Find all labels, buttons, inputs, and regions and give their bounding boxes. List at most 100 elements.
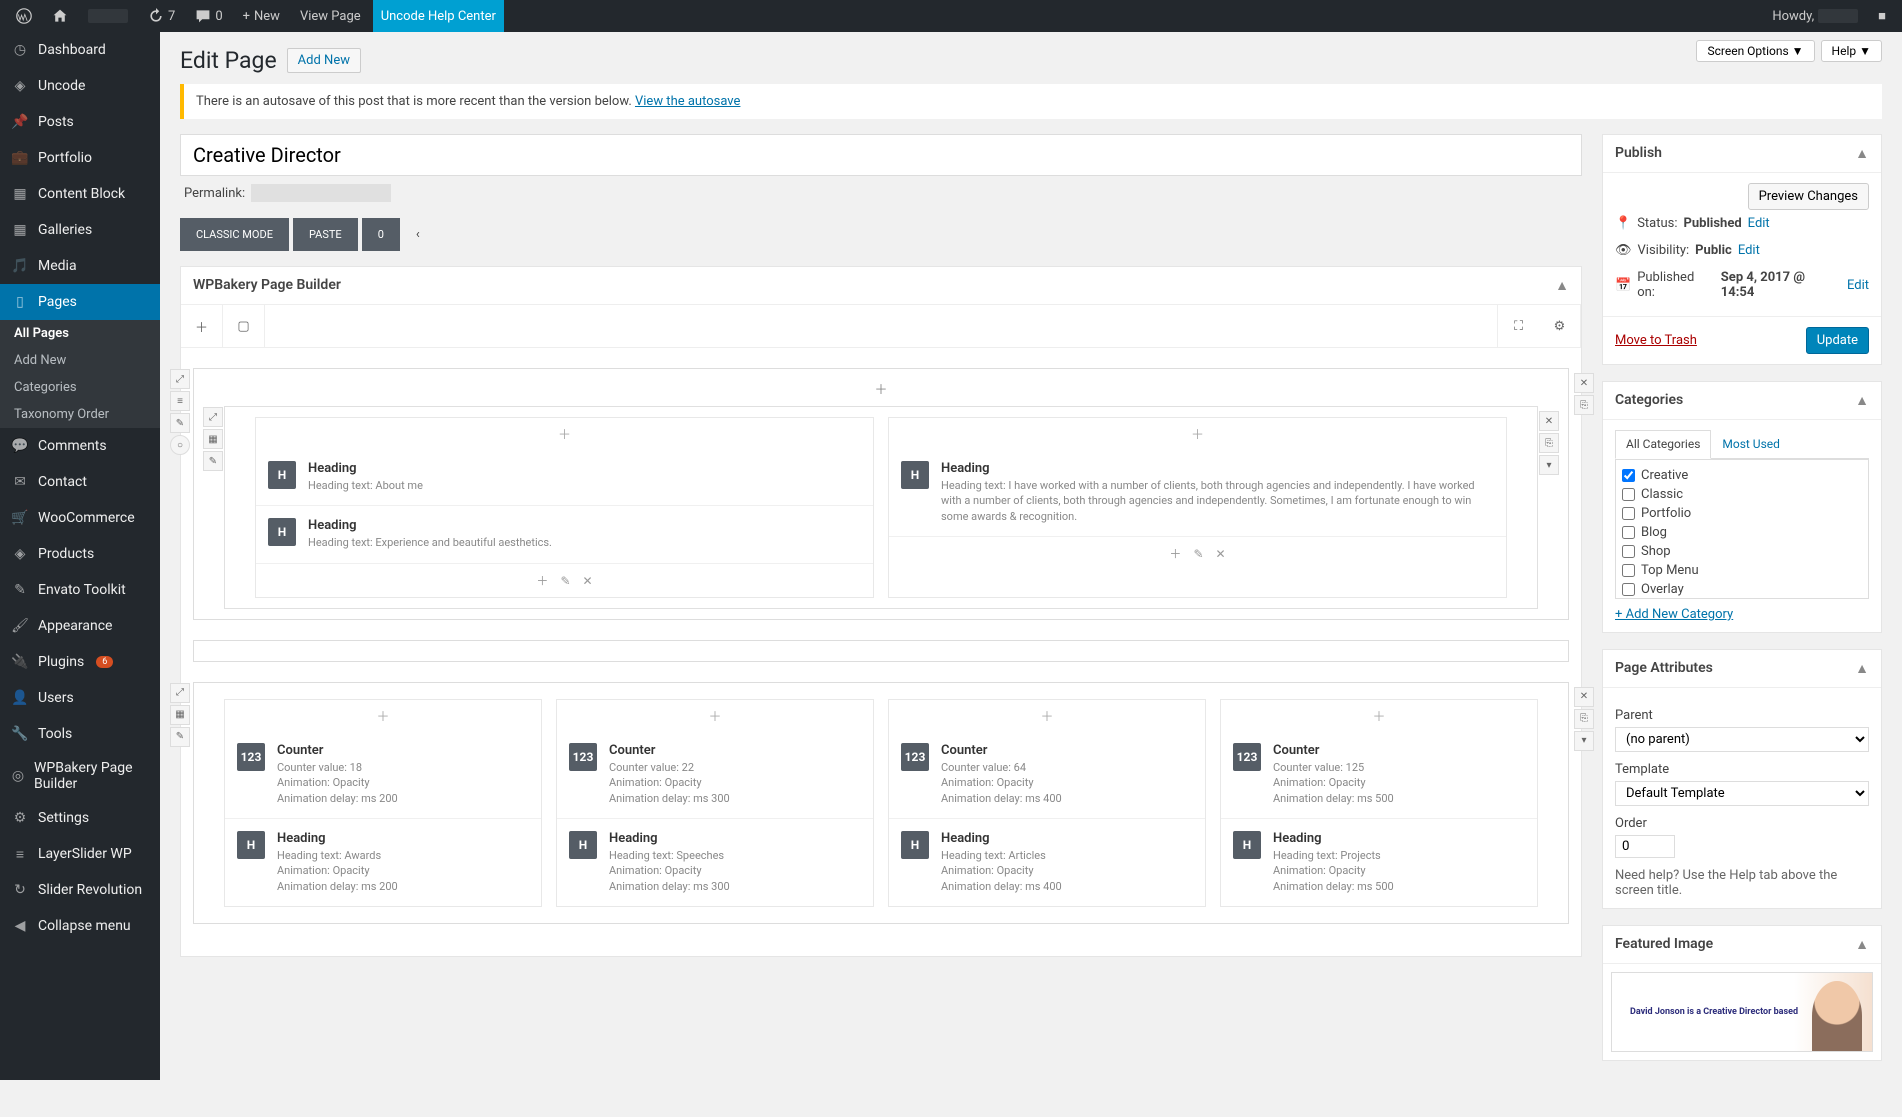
heading-element[interactable]: H Heading Heading text: I have worked wi…	[889, 449, 1506, 537]
menu-contact[interactable]: ✉Contact	[0, 464, 160, 500]
menu-pages[interactable]: ▯Pages	[0, 284, 160, 320]
row-expand-icon[interactable]: ⤢	[170, 683, 190, 703]
inner-clone-icon[interactable]: ⎘	[1539, 433, 1559, 453]
vc-column[interactable]: ＋ 123 Counter Counter value: 125Animatio…	[1220, 699, 1538, 907]
avatar[interactable]: ■	[1870, 0, 1894, 32]
undo-count-button[interactable]: 0	[362, 218, 400, 251]
heading-element[interactable]: H Heading Heading text: About me	[256, 449, 873, 506]
inner-edit-icon[interactable]: ✎	[203, 451, 223, 471]
inner-expand-icon[interactable]: ⤢	[203, 407, 223, 427]
menu-uncode[interactable]: ◈Uncode	[0, 68, 160, 104]
comments-count[interactable]: 0	[187, 0, 230, 32]
submenu-taxonomy[interactable]: Taxonomy Order	[0, 401, 160, 428]
menu-products[interactable]: ◈Products	[0, 536, 160, 572]
menu-portfolio[interactable]: 💼Portfolio	[0, 140, 160, 176]
heading-element[interactable]: H Heading Heading text: AwardsAnimation:…	[225, 819, 541, 906]
menu-layerslider[interactable]: ≡LayerSlider WP	[0, 836, 160, 872]
heading-element[interactable]: H Heading Heading text: Experience and b…	[256, 506, 873, 563]
row-add-icon[interactable]: ＋	[194, 375, 1568, 402]
counter-element[interactable]: 123 Counter Counter value: 18Animation: …	[225, 731, 541, 819]
updates-count[interactable]: 7	[140, 0, 183, 32]
edit-status-link[interactable]: Edit	[1748, 216, 1770, 231]
vc-column[interactable]: ＋ 123 Counter Counter value: 18Animation…	[224, 699, 542, 907]
add-new-button[interactable]: Add New	[287, 48, 361, 73]
menu-tools[interactable]: 🔧Tools	[0, 716, 160, 752]
menu-woocommerce[interactable]: 🛒WooCommerce	[0, 500, 160, 536]
row-layout-icon[interactable]: ≡	[170, 391, 190, 411]
row-edit-icon[interactable]: ✎	[170, 413, 190, 433]
menu-comments[interactable]: 💬Comments	[0, 428, 160, 464]
category-list[interactable]: CreativeClassicPortfolioBlogShopTop Menu…	[1615, 459, 1869, 599]
col-add-icon[interactable]: ＋	[889, 418, 1506, 449]
row-clone-icon[interactable]: ⎘	[1574, 709, 1594, 729]
move-to-trash-link[interactable]: Move to Trash	[1615, 333, 1697, 348]
vc-column[interactable]: ＋ 123 Counter Counter value: 64Animation…	[888, 699, 1206, 907]
el-add-icon[interactable]: ＋	[1169, 547, 1181, 561]
edit-visibility-link[interactable]: Edit	[1738, 243, 1760, 258]
vc-column[interactable]: ＋ H Heading Heading text: About me	[255, 417, 874, 598]
category-item[interactable]: Overlay	[1622, 580, 1862, 599]
metabox-toggle[interactable]: ▲	[1855, 392, 1869, 409]
metabox-toggle[interactable]: ▲	[1855, 660, 1869, 677]
category-item[interactable]: Creative	[1622, 466, 1862, 485]
edit-date-link[interactable]: Edit	[1847, 278, 1869, 293]
submenu-all-pages[interactable]: All Pages	[0, 320, 160, 347]
add-category-link[interactable]: + Add New Category	[1615, 607, 1869, 622]
col-add-icon[interactable]: ＋	[256, 418, 873, 449]
category-item[interactable]: Portfolio	[1622, 504, 1862, 523]
wp-logo[interactable]	[8, 0, 40, 32]
row-clone-icon[interactable]: ⎘	[1574, 395, 1594, 415]
menu-content-block[interactable]: ▦Content Block	[0, 176, 160, 212]
templates-button[interactable]: ▢	[223, 305, 265, 347]
view-page[interactable]: View Page	[292, 0, 369, 32]
col-add-icon[interactable]: ＋	[225, 700, 541, 731]
menu-dashboard[interactable]: ◷Dashboard	[0, 32, 160, 68]
el-del-icon[interactable]: ✕	[583, 574, 593, 588]
menu-media[interactable]: 🎵Media	[0, 248, 160, 284]
inner-more-icon[interactable]: ▾	[1539, 455, 1559, 475]
howdy[interactable]: Howdy,	[1764, 0, 1866, 32]
inner-delete-icon[interactable]: ✕	[1539, 411, 1559, 431]
help-button[interactable]: Help ▼	[1821, 40, 1882, 62]
category-checkbox[interactable]	[1622, 488, 1635, 501]
menu-bakery[interactable]: ◎WPBakery Page Builder	[0, 752, 160, 800]
category-checkbox[interactable]	[1622, 469, 1635, 482]
category-item[interactable]: Classic	[1622, 485, 1862, 504]
heading-element[interactable]: H Heading Heading text: SpeechesAnimatio…	[557, 819, 873, 906]
heading-element[interactable]: H Heading Heading text: ArticlesAnimatio…	[889, 819, 1205, 906]
row-layout-icon[interactable]: ▦	[170, 705, 190, 725]
paste-button[interactable]: PASTE	[293, 218, 358, 251]
featured-image-thumb[interactable]: David Jonson is a Creative Director base…	[1611, 972, 1873, 1052]
row-delete-icon[interactable]: ✕	[1574, 373, 1594, 393]
menu-slider-rev[interactable]: ↻Slider Revolution	[0, 872, 160, 908]
submenu-add-new[interactable]: Add New	[0, 347, 160, 374]
category-item[interactable]: Top Menu	[1622, 561, 1862, 580]
vc-row[interactable]: ⤢ ≡ ✎ ○ ✕ ⎘ ＋ ⤢ ▦	[193, 368, 1569, 620]
chevron-left-icon[interactable]: ‹	[404, 219, 432, 250]
category-checkbox[interactable]	[1622, 526, 1635, 539]
category-checkbox[interactable]	[1622, 583, 1635, 596]
el-del-icon[interactable]: ✕	[1216, 547, 1226, 561]
panel-toggle[interactable]: ▲	[1555, 277, 1569, 294]
vc-row[interactable]: ⤢ ▦ ✎ ✕ ⎘ ▾ ＋	[193, 682, 1569, 924]
col-add-icon[interactable]: ＋	[889, 700, 1205, 731]
inner-layout-icon[interactable]: ▦	[203, 429, 223, 449]
menu-posts[interactable]: 📌Posts	[0, 104, 160, 140]
classic-mode-button[interactable]: CLASSIC MODE	[180, 218, 289, 251]
post-title-input[interactable]	[180, 134, 1582, 176]
order-input[interactable]	[1615, 835, 1675, 858]
preview-changes-button[interactable]: Preview Changes	[1748, 183, 1869, 210]
permalink-value[interactable]	[251, 184, 391, 202]
counter-element[interactable]: 123 Counter Counter value: 125Animation:…	[1221, 731, 1537, 819]
menu-collapse[interactable]: ◀Collapse menu	[0, 908, 160, 944]
tab-all-categories[interactable]: All Categories	[1615, 430, 1711, 459]
counter-element[interactable]: 123 Counter Counter value: 22Animation: …	[557, 731, 873, 819]
row-delete-icon[interactable]: ✕	[1574, 687, 1594, 707]
screen-options-button[interactable]: Screen Options ▼	[1696, 40, 1814, 62]
home-icon[interactable]	[44, 0, 76, 32]
row-more-icon[interactable]: ▾	[1574, 731, 1594, 751]
menu-galleries[interactable]: ▦Galleries	[0, 212, 160, 248]
category-item[interactable]: Shop	[1622, 542, 1862, 561]
row-edit-icon[interactable]: ✎	[170, 727, 190, 747]
category-item[interactable]: Blog	[1622, 523, 1862, 542]
